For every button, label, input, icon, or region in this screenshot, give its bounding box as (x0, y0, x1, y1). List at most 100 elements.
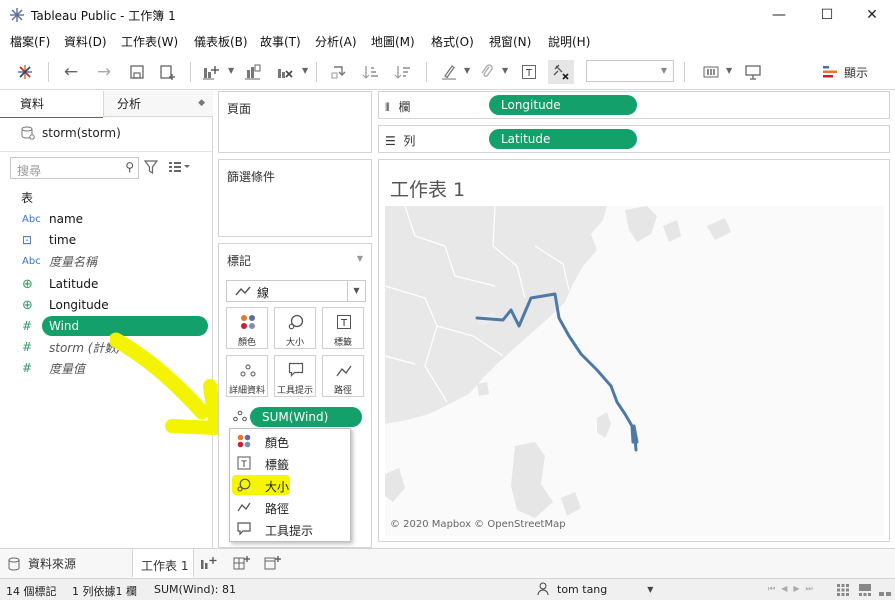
fix-axes-button[interactable] (548, 60, 574, 84)
next-sheet-icon[interactable]: ▶ (793, 584, 805, 593)
filmstrip-view-icon[interactable] (858, 583, 872, 597)
grid-view-icon[interactable] (836, 583, 850, 597)
tooltip-icon (237, 522, 251, 536)
mark-type-dropdown[interactable]: 線 ▼ (226, 280, 366, 302)
menu-item-path[interactable]: 路徑 (230, 496, 350, 518)
presentation-mode-button[interactable] (740, 60, 766, 84)
group-members-button[interactable] (474, 60, 500, 84)
last-sheet-icon[interactable]: ⏭ (806, 584, 819, 593)
map-view[interactable]: © 2020 Mapbox © OpenStreetMap (385, 206, 884, 536)
title-bar: Tableau Public - 工作簿 1 — ☐ ✕ (0, 0, 895, 30)
tab-data[interactable]: 資料 (0, 91, 103, 117)
filters-shelf[interactable]: 篩選條件 (218, 159, 372, 237)
path-button[interactable]: 路徑 (322, 355, 364, 397)
field-measure-names[interactable]: Abc 度量名稱 (0, 251, 212, 271)
menu-item-color[interactable]: 顏色 (230, 430, 350, 452)
tab-analysis[interactable]: 分析 ◆ (103, 91, 213, 117)
pages-shelf[interactable]: 頁面 (218, 91, 372, 153)
chevron-down-icon[interactable]: ▼ (357, 254, 363, 263)
field-latitude[interactable]: ⊕ Latitude (0, 274, 212, 294)
menu-file[interactable]: 檔案(F) (10, 33, 50, 50)
chevron-down-icon[interactable]: ▼ (502, 66, 508, 75)
prev-sheet-icon[interactable]: ◀ (781, 584, 793, 593)
fit-dropdown[interactable]: ▼ (586, 60, 674, 82)
new-datasource-button[interactable] (155, 60, 181, 84)
path-icon (336, 365, 352, 377)
highlight-button[interactable] (436, 60, 462, 84)
menu-analysis[interactable]: 分析(A) (315, 33, 357, 50)
chevron-down-icon[interactable]: ▼ (302, 66, 308, 75)
number-type-icon: # (22, 361, 33, 375)
tabs-view-icon[interactable] (878, 583, 892, 597)
menu-item-size[interactable]: 大小 (230, 474, 290, 496)
tooltip-button[interactable]: 工具提示 (274, 355, 316, 397)
chevron-down-icon[interactable]: ▼ (464, 66, 470, 75)
close-button[interactable]: ✕ (849, 0, 895, 30)
section-tables: 表 (21, 191, 34, 205)
menu-item-tooltip[interactable]: 工具提示 (230, 518, 350, 540)
arrow-right-icon: → (96, 62, 112, 82)
paperclip-icon (481, 64, 493, 77)
clear-sheet-button[interactable] (272, 60, 298, 84)
chevron-down-icon[interactable]: ▼ (726, 66, 732, 75)
size-button[interactable]: 大小 (274, 307, 316, 349)
columns-shelf[interactable]: ⦀ 欄 Longitude (378, 91, 890, 119)
menu-worksheet[interactable]: 工作表(W) (121, 33, 178, 50)
new-dashboard-tab-button[interactable] (233, 555, 251, 574)
field-name[interactable]: Abc name (0, 209, 212, 229)
swap-rows-columns-button[interactable] (326, 60, 352, 84)
datasource-item[interactable]: storm(storm) (21, 124, 121, 142)
latitude-pill[interactable]: Latitude (489, 129, 637, 149)
datasource-tab[interactable]: 資料來源 (8, 555, 76, 572)
view-options-button[interactable] (168, 160, 190, 177)
longitude-pill[interactable]: Longitude (489, 95, 637, 115)
save-button[interactable] (124, 60, 150, 84)
sheet-title[interactable]: 工作表 1 (390, 175, 465, 202)
date-type-icon: ⊡ (22, 233, 33, 247)
menu-item-label[interactable]: T 標籤 (230, 452, 350, 474)
field-longitude[interactable]: ⊕ Longitude (0, 295, 212, 315)
filter-fields-button[interactable] (143, 159, 159, 178)
map-canvas[interactable] (385, 206, 884, 536)
sum-wind-pill[interactable]: SUM(Wind) (250, 407, 362, 427)
detail-button[interactable]: 詳細資料 (226, 355, 268, 397)
minimize-button[interactable]: — (756, 0, 802, 30)
color-label: 顏色 (237, 338, 256, 348)
field-label: 度量值 (49, 361, 86, 376)
sheet-navigation[interactable]: ⏮◀▶⏭ (768, 584, 819, 594)
new-worksheet-tab-button[interactable] (200, 555, 218, 574)
show-cards-button[interactable] (698, 60, 724, 84)
detail-icon (233, 410, 247, 422)
sort-ascending-button[interactable] (358, 60, 384, 84)
show-labels-button[interactable]: T (516, 60, 542, 84)
tableau-home-button[interactable] (12, 60, 38, 84)
redo-button[interactable]: → (91, 60, 117, 84)
color-button[interactable]: 顏色 (226, 307, 268, 349)
pages-label: 頁面 (227, 102, 252, 116)
number-type-icon: # (22, 319, 33, 333)
new-worksheet-button[interactable] (198, 60, 224, 84)
menu-dashboard[interactable]: 儀表板(B) (194, 33, 248, 50)
sort-descending-button[interactable] (390, 60, 416, 84)
menu-help[interactable]: 說明(H) (548, 33, 590, 50)
new-worksheet-icon (203, 66, 219, 80)
show-me-button[interactable]: 顯示 (822, 61, 868, 83)
first-sheet-icon[interactable]: ⏮ (768, 584, 781, 593)
tab-sheet-1[interactable]: 工作表 1 (132, 549, 194, 578)
menu-map[interactable]: 地圖(M) (371, 33, 415, 50)
rows-shelf[interactable]: ☰ 列 Latitude (378, 125, 890, 153)
menu-format[interactable]: 格式(O) (431, 33, 474, 50)
user-menu[interactable]: tom tang ▼ (537, 582, 653, 596)
menu-window[interactable]: 視窗(N) (489, 33, 531, 50)
new-story-tab-button[interactable] (264, 555, 282, 574)
undo-button[interactable]: ← (58, 60, 84, 84)
chevron-down-icon[interactable]: ▼ (228, 66, 234, 75)
label-button[interactable]: T 標籤 (322, 307, 364, 349)
tooltip-icon (288, 362, 304, 377)
search-input[interactable]: 搜尋 ⚲ (10, 157, 139, 179)
menu-data[interactable]: 資料(D) (64, 33, 107, 50)
duplicate-sheet-button[interactable] (240, 60, 266, 84)
menu-story[interactable]: 故事(T) (260, 33, 301, 50)
maximize-button[interactable]: ☐ (804, 0, 850, 30)
field-time[interactable]: ⊡ time (0, 230, 212, 250)
